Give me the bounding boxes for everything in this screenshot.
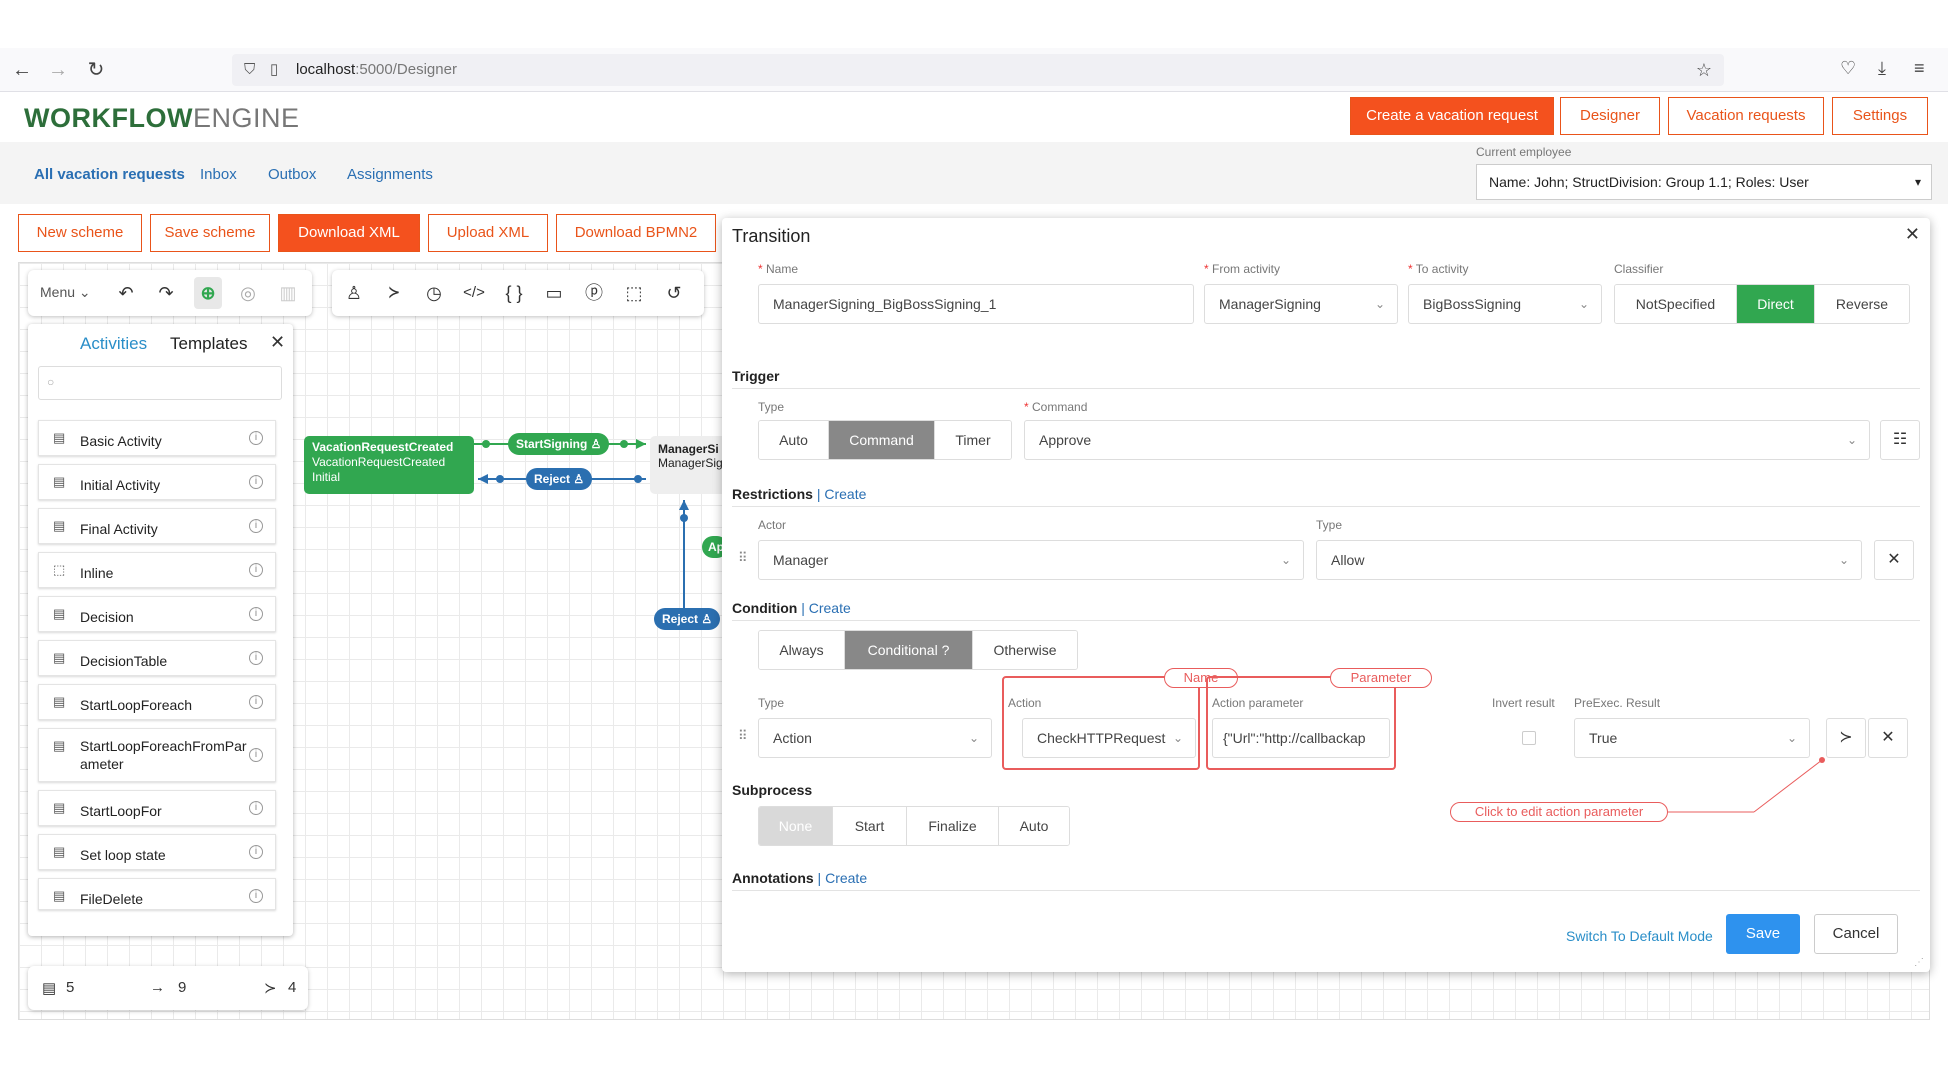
bookmark-star-icon[interactable]: ☆ [1696, 54, 1712, 86]
designer-button[interactable]: Designer [1560, 97, 1660, 135]
resize-handle-icon[interactable]: ⋰ [1914, 957, 1924, 968]
reject-command[interactable]: Reject ♙ [654, 608, 721, 630]
chevron-down-icon: ▾ [1914, 175, 1921, 189]
manager-signing-node[interactable]: ManagerSi ManagerSig [650, 436, 730, 494]
switch-default-mode-link[interactable]: Switch To Default Mode [1566, 928, 1713, 944]
subprocess-section-title: Subprocess [732, 782, 813, 798]
pocket-icon[interactable]: ♡ [1840, 58, 1856, 79]
current-employee-select[interactable]: Name: John; StructDivision: Group 1.1; R… [1476, 164, 1932, 200]
subprocess-auto[interactable]: Auto [999, 807, 1069, 845]
settings-button[interactable]: Settings [1832, 97, 1928, 135]
initial-activity-node[interactable]: VacationRequestCreated VacationRequestCr… [304, 436, 474, 494]
click-to-edit-tag: Click to edit action parameter [1450, 802, 1668, 822]
annotations-section-title: Annotations | Create [732, 870, 868, 886]
download-icon[interactable]: ⤓ [1878, 58, 1886, 79]
start-signing-command[interactable]: StartSigning ♙ [508, 433, 610, 455]
callout-line [1668, 757, 1825, 813]
vacation-requests-button[interactable]: Vacation requests [1668, 97, 1824, 135]
save-button[interactable]: Save [1726, 914, 1800, 954]
create-vacation-request-button[interactable]: Create a vacation request [1350, 97, 1554, 135]
divider [732, 890, 1920, 891]
transition-dialog: Transition ✕ * Name ManagerSigning_BigBo… [722, 218, 1930, 972]
annotations-create-link[interactable]: Create [825, 870, 867, 886]
diagram-connectors [474, 439, 716, 624]
menu-icon[interactable]: ≡ [1914, 58, 1925, 79]
reject-command[interactable]: Reject ♙ [526, 468, 593, 490]
cancel-button[interactable]: Cancel [1814, 914, 1898, 954]
current-employee-label: Current employee [1476, 145, 1572, 159]
subprocess-none[interactable]: None [759, 807, 833, 845]
subprocess-segmented: None Start Finalize Auto [758, 806, 1070, 846]
subprocess-start[interactable]: Start [833, 807, 907, 845]
subprocess-finalize[interactable]: Finalize [907, 807, 999, 845]
